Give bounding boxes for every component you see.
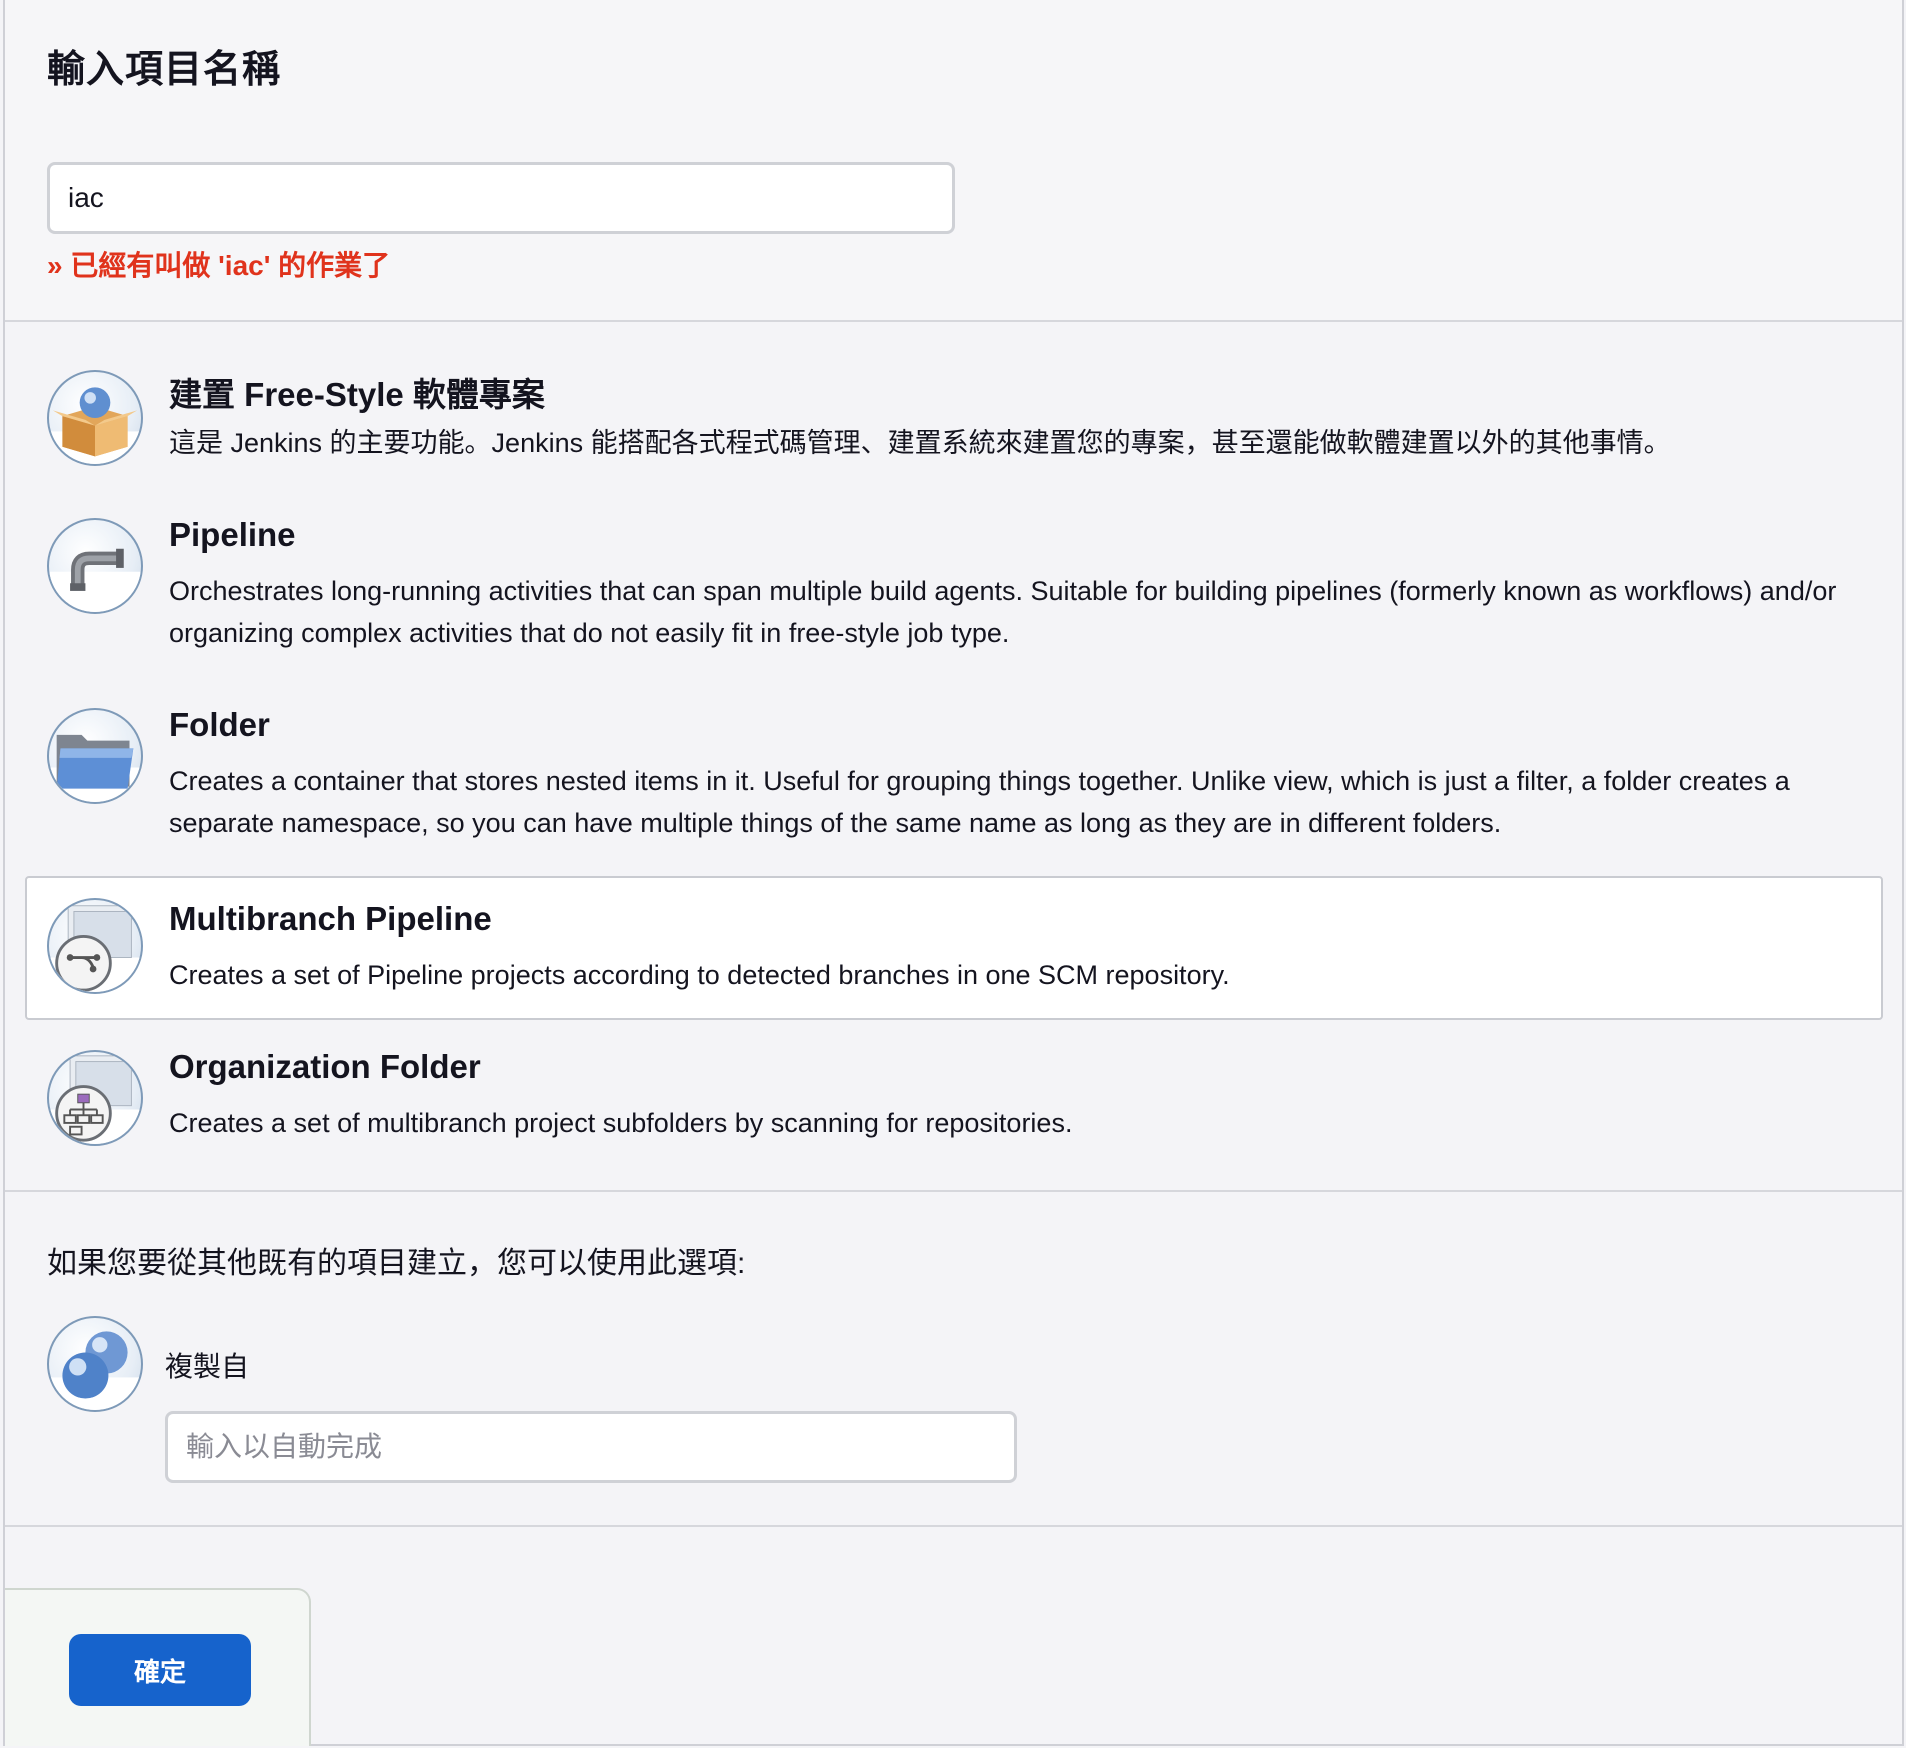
item-description: 這是 Jenkins 的主要功能。Jenkins 能搭配各式程式碼管理、建置系統… (169, 428, 1671, 458)
item-title: Multibranch Pipeline (169, 900, 492, 937)
copy-spheres-icon (47, 1316, 143, 1412)
multibranch-icon (47, 898, 143, 994)
copy-prompt: 如果您要從其他既有的項目建立，您可以使用此選項: (47, 1247, 746, 1280)
item-type-organization-folder[interactable]: Organization Folder Creates a set of mul… (25, 1040, 1883, 1166)
item-name-input[interactable] (47, 162, 955, 234)
item-type-list: 建置 Free-Style 軟體專案 這是 Jenkins 的主要功能。Jenk… (5, 322, 1902, 1192)
item-description: Creates a set of multibranch project sub… (169, 1108, 1073, 1138)
item-title: Pipeline (169, 516, 296, 553)
name-error-message: » 已經有叫做 'iac' 的作業了 (47, 250, 391, 281)
item-title: Organization Folder (169, 1048, 481, 1085)
copy-from-label: 複製自 (165, 1351, 250, 1382)
freestyle-box-icon (47, 370, 143, 466)
copy-from-input[interactable] (165, 1411, 1017, 1483)
bottom-button-bar: 確定 (5, 1588, 311, 1746)
item-title: 建置 Free-Style 軟體專案 (169, 376, 545, 413)
folder-icon (47, 708, 143, 804)
item-description: Orchestrates long-running activities tha… (169, 576, 1837, 648)
pipe-icon (47, 518, 143, 614)
item-description: Creates a container that stores nested i… (169, 766, 1790, 838)
page-title: 輸入項目名稱 (47, 49, 282, 91)
organization-folder-icon (47, 1050, 143, 1146)
new-item-page: 輸入項目名稱 » 已經有叫做 'iac' 的作業了 建置 Free-Style … (3, 0, 1904, 1746)
item-type-freestyle[interactable]: 建置 Free-Style 軟體專案 這是 Jenkins 的主要功能。Jenk… (25, 360, 1883, 476)
item-type-folder[interactable]: Folder Creates a container that stores n… (25, 698, 1883, 858)
item-title: Folder (169, 706, 270, 743)
copy-from-section: 如果您要從其他既有的項目建立，您可以使用此選項: 複製自 (5, 1192, 1902, 1527)
item-name-section: 輸入項目名稱 » 已經有叫做 'iac' 的作業了 (5, 0, 1902, 322)
ok-button[interactable]: 確定 (69, 1634, 251, 1706)
item-type-pipeline[interactable]: Pipeline Orchestrates long-running activ… (25, 508, 1883, 668)
item-description: Creates a set of Pipeline projects accor… (169, 960, 1230, 990)
item-type-multibranch-pipeline[interactable]: Multibranch Pipeline Creates a set of Pi… (25, 876, 1883, 1020)
